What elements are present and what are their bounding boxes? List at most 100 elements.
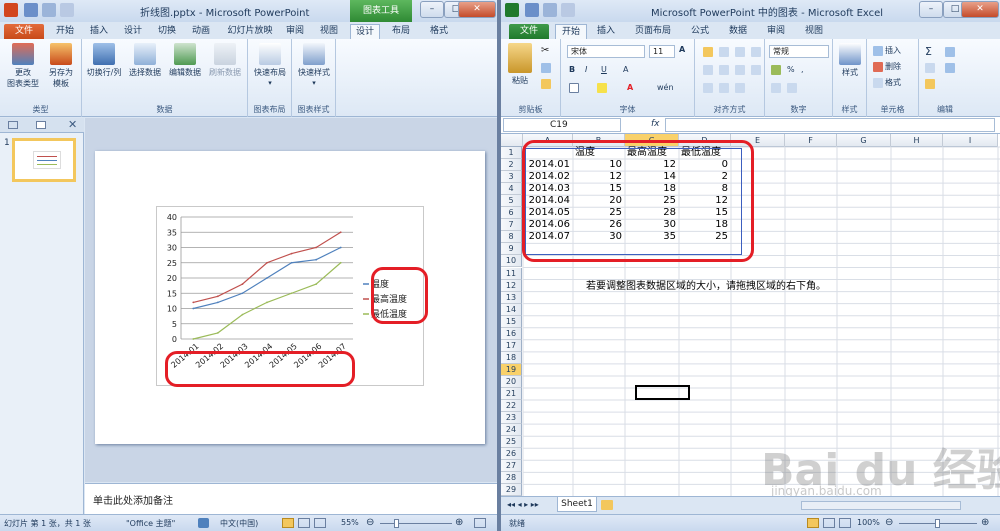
currency-icon[interactable] [771, 65, 781, 75]
undo-icon[interactable] [543, 3, 557, 17]
spellcheck-icon[interactable] [198, 518, 209, 528]
increase-indent-icon[interactable] [719, 83, 729, 93]
font-size-select[interactable]: 11 [649, 45, 675, 58]
grow-font-icon[interactable]: A [679, 45, 685, 54]
formula-input[interactable] [665, 118, 995, 132]
select-data-button[interactable]: 选择数据 [126, 43, 164, 78]
tab-design[interactable]: 设计 [118, 24, 148, 39]
tab-insert[interactable]: 插入 [84, 24, 114, 39]
zoom-slider-thumb[interactable] [394, 519, 399, 528]
align-center-icon[interactable] [719, 65, 729, 75]
merge-icon[interactable] [751, 65, 761, 75]
fill-color-icon[interactable] [597, 83, 607, 93]
tab-page-layout[interactable]: 页面布局 [629, 24, 677, 39]
fit-slide-icon[interactable] [474, 518, 486, 528]
normal-view-icon[interactable] [807, 518, 819, 528]
paste-button[interactable]: 粘贴 [505, 43, 535, 86]
quick-styles-button[interactable]: 快速样式 ▾ [294, 43, 334, 89]
align-top-icon[interactable] [703, 47, 713, 57]
tab-review[interactable]: 审阅 [280, 24, 310, 39]
tab-formulas[interactable]: 公式 [685, 24, 715, 39]
font-color-a-icon[interactable]: A [623, 65, 628, 74]
underline-icon[interactable]: U [601, 65, 607, 74]
zoom-slider[interactable] [380, 523, 452, 524]
minimize-button[interactable]: – [420, 1, 444, 18]
spreadsheet-grid[interactable]: ABCDEFGHI 1 2 3 4 5 6 7 8 9 10 11 12 13 14 15 16 17 18 19 2… [501, 134, 1000, 496]
zoom-out-icon[interactable]: ⊖ [366, 517, 374, 528]
switch-row-col-button[interactable]: 切换行/列 [84, 43, 124, 78]
autosum-icon[interactable]: Σ [925, 45, 932, 58]
cut-icon[interactable]: ✂ [541, 45, 549, 56]
refresh-data-button[interactable]: 刷新数据 [206, 43, 244, 78]
tab-chart-format[interactable]: 格式 [424, 24, 454, 39]
close-pane-icon[interactable]: ✕ [68, 118, 77, 131]
tab-slideshow[interactable]: 幻灯片放映 [222, 24, 278, 39]
tab-view[interactable]: 视图 [799, 24, 829, 39]
edit-data-button[interactable]: 编辑数据 [166, 43, 204, 78]
font-name-select[interactable]: 宋体 [567, 45, 645, 58]
slide-sorter-icon[interactable] [298, 518, 310, 528]
slide-canvas[interactable]: 0 5 10 15 20 25 30 35 40 2014.01 2014.02 2014.03 201… [95, 151, 485, 444]
italic-icon[interactable]: I [585, 65, 587, 74]
increase-decimal-icon[interactable] [771, 83, 781, 93]
save-icon[interactable] [24, 3, 38, 17]
align-right-icon[interactable] [735, 65, 745, 75]
zoom-slider-thumb[interactable] [935, 519, 940, 528]
change-chart-type-button[interactable]: 更改 图表类型 [6, 43, 40, 89]
reading-view-icon[interactable] [314, 518, 326, 528]
find-icon[interactable] [945, 63, 955, 73]
name-box[interactable]: C19 [503, 118, 621, 132]
tab-home[interactable]: 开始 [50, 24, 80, 39]
delete-cells-button[interactable]: 删除 [873, 61, 901, 72]
align-bottom-icon[interactable] [735, 47, 745, 57]
new-sheet-icon[interactable] [601, 500, 613, 510]
quick-layout-button[interactable]: 快速布局 ▾ [250, 43, 290, 89]
tab-review[interactable]: 审阅 [761, 24, 791, 39]
close-button[interactable]: ✕ [961, 1, 999, 18]
minimize-button[interactable]: – [919, 1, 943, 18]
sort-filter-icon[interactable] [945, 47, 955, 57]
phonetic-icon[interactable]: wén [657, 83, 674, 92]
tab-file[interactable]: 文件 [4, 24, 44, 39]
wrap-text-icon[interactable] [751, 47, 761, 57]
format-painter-icon[interactable] [541, 79, 551, 89]
close-button[interactable]: ✕ [458, 1, 496, 18]
outline-tab-icon[interactable] [36, 121, 46, 129]
slide-thumbnail[interactable] [12, 138, 76, 182]
align-left-icon[interactable] [703, 65, 713, 75]
save-as-template-button[interactable]: 另存为 模板 [44, 43, 78, 89]
tab-chart-layout[interactable]: 布局 [386, 24, 416, 39]
percent-icon[interactable]: % [787, 65, 795, 74]
comma-icon[interactable]: , [801, 65, 804, 74]
tab-home[interactable]: 开始 [555, 24, 587, 39]
tab-insert[interactable]: 插入 [591, 24, 621, 39]
zoom-in-icon[interactable]: ⊕ [981, 517, 989, 528]
redo-icon[interactable] [561, 3, 575, 17]
redo-icon[interactable] [60, 3, 74, 17]
zoom-in-icon[interactable]: ⊕ [455, 517, 463, 528]
bold-icon[interactable]: B [569, 65, 575, 74]
horizontal-scrollbar[interactable] [801, 501, 961, 510]
tab-data[interactable]: 数据 [723, 24, 753, 39]
undo-icon[interactable] [42, 3, 56, 17]
number-format-select[interactable]: 常规 [769, 45, 829, 58]
slides-tab-icon[interactable] [8, 121, 18, 129]
save-icon[interactable] [525, 3, 539, 17]
decrease-decimal-icon[interactable] [787, 83, 797, 93]
styles-button[interactable]: 样式 [835, 43, 865, 78]
tab-transitions[interactable]: 切换 [152, 24, 182, 39]
tab-view[interactable]: 视图 [314, 24, 344, 39]
fill-icon[interactable] [925, 63, 935, 73]
decrease-indent-icon[interactable] [703, 83, 713, 93]
font-color-icon[interactable]: A [627, 83, 633, 92]
tab-file[interactable]: 文件 [509, 24, 549, 39]
fx-icon[interactable]: fx [651, 119, 660, 129]
zoom-out-icon[interactable]: ⊖ [885, 517, 893, 528]
tab-chart-design[interactable]: 设计 [350, 24, 380, 39]
orientation-icon[interactable] [735, 83, 745, 93]
normal-view-icon[interactable] [282, 518, 294, 528]
align-middle-icon[interactable] [719, 47, 729, 57]
insert-cells-button[interactable]: 插入 [873, 45, 901, 56]
copy-icon[interactable] [541, 63, 551, 73]
sheet-nav-icons[interactable]: ◂◂ ◂ ▸ ▸▸ [507, 500, 539, 509]
